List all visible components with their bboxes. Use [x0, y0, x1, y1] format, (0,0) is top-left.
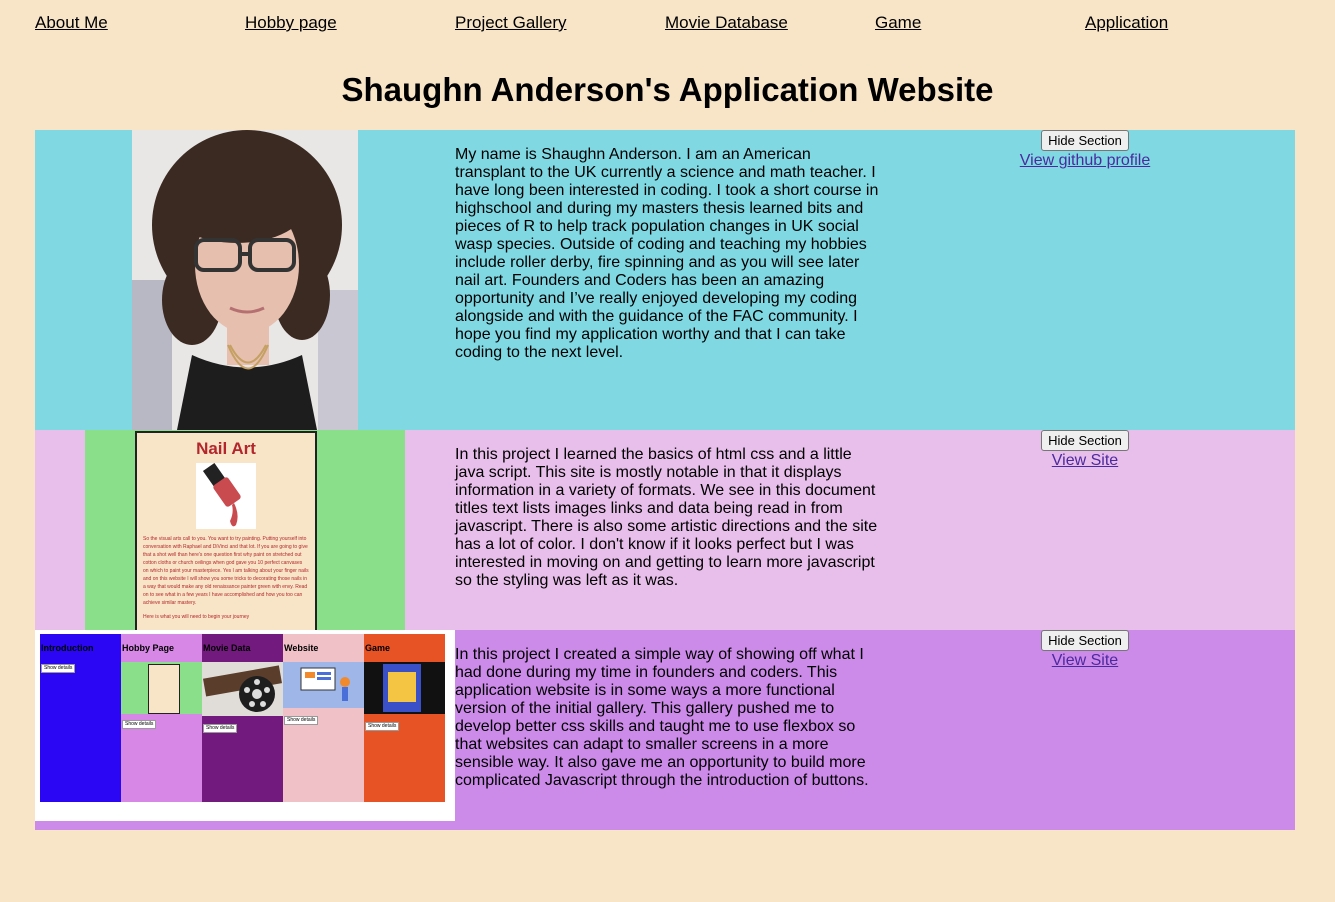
preview-col-hobby-page: Hobby Page Show details — [121, 634, 202, 802]
gallery-section: Introduction Show details Hobby Page Sho… — [35, 630, 1295, 830]
hide-section-button[interactable]: Hide Section — [1041, 130, 1129, 151]
page-title: Shaughn Anderson's Application Website — [341, 71, 994, 108]
nav-about-me[interactable]: About Me — [35, 13, 108, 33]
preview-col-introduction: Introduction Show details — [40, 634, 121, 802]
gallery-actions: Hide Section View Site — [935, 630, 1235, 670]
preview-col-movie-data: Movie Data Show details — [202, 634, 283, 802]
nail-art-actions: Hide Section View Site — [935, 430, 1235, 470]
github-profile-link[interactable]: View github profile — [935, 151, 1235, 170]
gallery-description: In this project I created a simple way o… — [455, 646, 869, 789]
nail-art-card: Nail Art So the visual arts call to you.… — [135, 431, 317, 630]
nav-project-gallery[interactable]: Project Gallery — [455, 13, 566, 33]
nav-hobby-page[interactable]: Hobby page — [245, 13, 337, 33]
nail-art-preview-image: Nail Art So the visual arts call to you.… — [85, 430, 405, 630]
about-section: My name is Shaughn Anderson. I am an Ame… — [35, 130, 1295, 430]
gallery-preview-image: Introduction Show details Hobby Page Sho… — [35, 630, 455, 821]
preview-body: So the visual arts call to you. You want… — [143, 536, 309, 606]
hide-section-button[interactable]: Hide Section — [1041, 430, 1129, 451]
nav-game[interactable]: Game — [875, 13, 921, 33]
nail-art-description: In this project I learned the basics of … — [455, 446, 878, 589]
nav-application[interactable]: Application — [1085, 13, 1168, 33]
nail-art-section: Nail Art So the visual arts call to you.… — [35, 430, 1295, 630]
view-site-link[interactable]: View Site — [935, 451, 1235, 470]
view-site-link[interactable]: View Site — [935, 651, 1235, 670]
about-actions: Hide Section View github profile — [935, 130, 1235, 170]
nav-movie-database[interactable]: Movie Database — [665, 13, 788, 33]
preview-footer: Here is what you will need to begin your… — [143, 614, 250, 620]
hide-section-button[interactable]: Hide Section — [1041, 630, 1129, 651]
profile-photo — [132, 130, 358, 430]
nail-polish-icon — [196, 462, 256, 529]
preview-col-game: Game Show details — [364, 634, 445, 802]
about-description: My name is Shaughn Anderson. I am an Ame… — [455, 146, 879, 361]
top-nav: About Me Hobby page Project Gallery Movi… — [35, 13, 1295, 37]
preview-title: Nail Art — [196, 439, 256, 458]
preview-col-website: Website Show details — [283, 634, 364, 802]
